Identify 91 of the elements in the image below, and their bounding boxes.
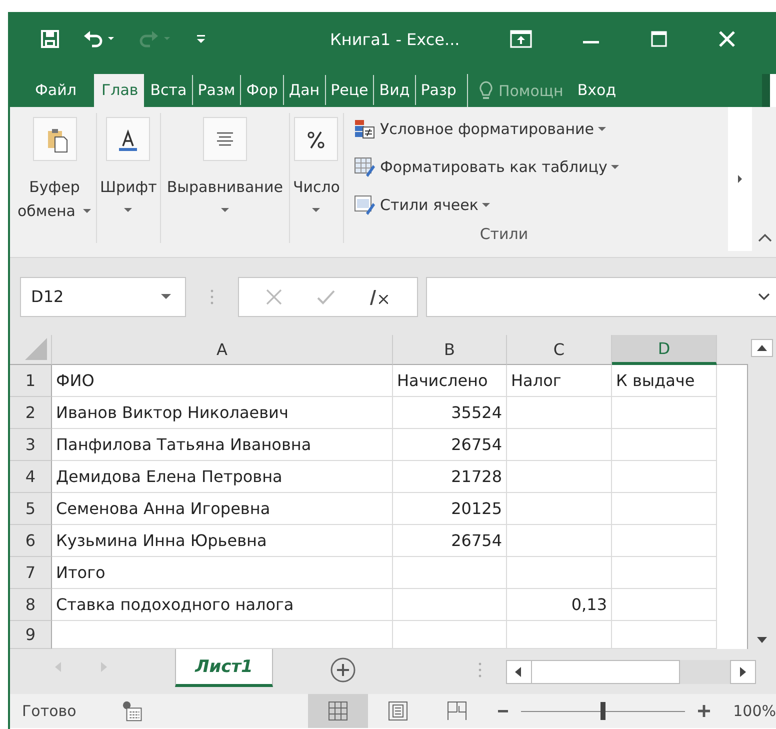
ribbon-tab[interactable]: Вид <box>373 75 415 105</box>
zoom-in-icon[interactable] <box>697 704 712 718</box>
table-cell: Панфилова Татьяна Ивановна <box>52 429 393 461</box>
slider-thumb[interactable] <box>600 702 606 720</box>
ribbon-tab[interactable]: Разр <box>414 75 462 105</box>
row-header[interactable]: 3 <box>10 429 52 461</box>
ribbon-group-button[interactable]: Выравнивание <box>160 113 289 243</box>
cell-styles-icon <box>354 194 376 216</box>
scroll-up-icon[interactable] <box>751 339 773 357</box>
caret-icon <box>598 126 606 132</box>
close-icon[interactable] <box>718 30 736 48</box>
status-text: Готово <box>22 702 78 720</box>
caret-icon <box>312 207 320 213</box>
group-label: Стили <box>478 225 530 243</box>
grip-icon <box>210 288 214 304</box>
row-header[interactable]: 5 <box>10 493 52 525</box>
table-cell: 0,13 <box>507 589 612 621</box>
tab-scroll-button[interactable] <box>762 74 776 107</box>
page-break-icon <box>447 701 468 721</box>
macro-record-icon[interactable] <box>120 700 142 722</box>
caret-icon <box>161 294 171 300</box>
undo-icon[interactable] <box>82 29 116 49</box>
table-cell: Кузьмина Инна Юрьевна <box>52 525 393 557</box>
ribbon-command[interactable]: Стили ячеек <box>354 189 490 221</box>
ribbon-tab[interactable]: Разм <box>192 75 240 105</box>
expand-icon[interactable] <box>758 292 770 300</box>
sign-in-link[interactable]: Вход <box>563 74 634 107</box>
row-header[interactable]: 6 <box>10 525 52 557</box>
row-header[interactable]: 2 <box>10 397 52 429</box>
table-cell: Семенова Анна Игоревна <box>52 493 393 525</box>
column-header[interactable]: D <box>612 335 717 365</box>
table-cell: 26754 <box>393 525 507 557</box>
customize-icon[interactable] <box>194 32 208 46</box>
caret-icon <box>220 207 229 213</box>
ribbon-tab[interactable]: Реце <box>324 75 374 105</box>
zoom-level[interactable]: 100% <box>733 702 776 720</box>
ribbon-group-button[interactable]: Шрифт <box>97 113 160 243</box>
table-cell: К выдаче <box>612 365 717 397</box>
scrollbar-thumb[interactable] <box>532 660 680 684</box>
normal-view-icon <box>328 701 348 721</box>
table-cell: ФИО <box>52 365 393 397</box>
table-cell: Демидова Елена Петровна <box>52 461 393 493</box>
ribbon-display-icon[interactable] <box>510 30 532 48</box>
caret-icon <box>611 164 620 170</box>
column-header[interactable]: C <box>507 335 612 365</box>
row-header[interactable]: 9 <box>10 621 52 649</box>
table-cell: 20125 <box>393 493 507 525</box>
ribbon-tab[interactable]: Дан <box>282 75 325 105</box>
row-header[interactable]: 7 <box>10 557 52 589</box>
row-header[interactable]: 1 <box>10 365 52 397</box>
ribbon-tab[interactable]: Файл <box>10 74 94 107</box>
table-cell: Итого <box>52 557 393 589</box>
caret-icon <box>83 208 92 214</box>
table-cell: Ставка подоходного налога <box>52 589 393 621</box>
add-sheet-icon[interactable] <box>330 657 356 683</box>
ribbon-tab[interactable]: Глав <box>94 74 144 107</box>
grip-icon <box>478 662 482 678</box>
save-icon[interactable] <box>40 29 60 49</box>
lightbulb-icon <box>478 80 494 102</box>
scroll-left-icon[interactable] <box>506 660 532 684</box>
ribbon-group-button[interactable]: Число <box>290 113 343 243</box>
scroll-right-icon[interactable] <box>730 660 756 684</box>
caret-icon <box>124 207 132 213</box>
ribbon-group-button[interactable]: Буфер обмена <box>10 113 96 243</box>
row-header[interactable]: 8 <box>10 589 52 621</box>
table-cell: Иванов Виктор Николаевич <box>52 397 393 429</box>
column-header[interactable]: A <box>52 335 393 365</box>
window-title: Книга1 - Exce... <box>330 30 461 48</box>
ribbon-command[interactable]: Условное форматирование <box>354 113 606 145</box>
collapse-ribbon-icon[interactable] <box>758 233 772 243</box>
caret-icon <box>737 174 743 184</box>
check-icon[interactable] <box>316 288 336 306</box>
view-button[interactable] <box>308 694 368 728</box>
ribbon-command[interactable]: Форматировать как таблицу <box>354 151 620 183</box>
row-header[interactable]: 4 <box>10 461 52 493</box>
sheet-tab[interactable]: Лист1 <box>175 649 273 687</box>
formula-field[interactable] <box>426 276 776 316</box>
ribbon-tab[interactable]: Вста <box>144 74 192 107</box>
table-cell: 26754 <box>393 429 507 461</box>
name-box[interactable]: D12 <box>20 276 186 316</box>
ribbon-tab[interactable]: Фор <box>240 75 283 105</box>
column-header[interactable]: B <box>393 335 507 365</box>
caret-icon <box>482 202 490 208</box>
table-cell: 21728 <box>393 461 507 493</box>
table-format-icon <box>354 156 376 178</box>
maximize-icon[interactable] <box>650 30 668 48</box>
page-layout-icon <box>388 701 408 721</box>
table-cell: Налог <box>507 365 612 397</box>
table-cell: 35524 <box>393 397 507 429</box>
table-cell: Начислено <box>393 365 507 397</box>
conditional-format-icon <box>354 118 376 140</box>
